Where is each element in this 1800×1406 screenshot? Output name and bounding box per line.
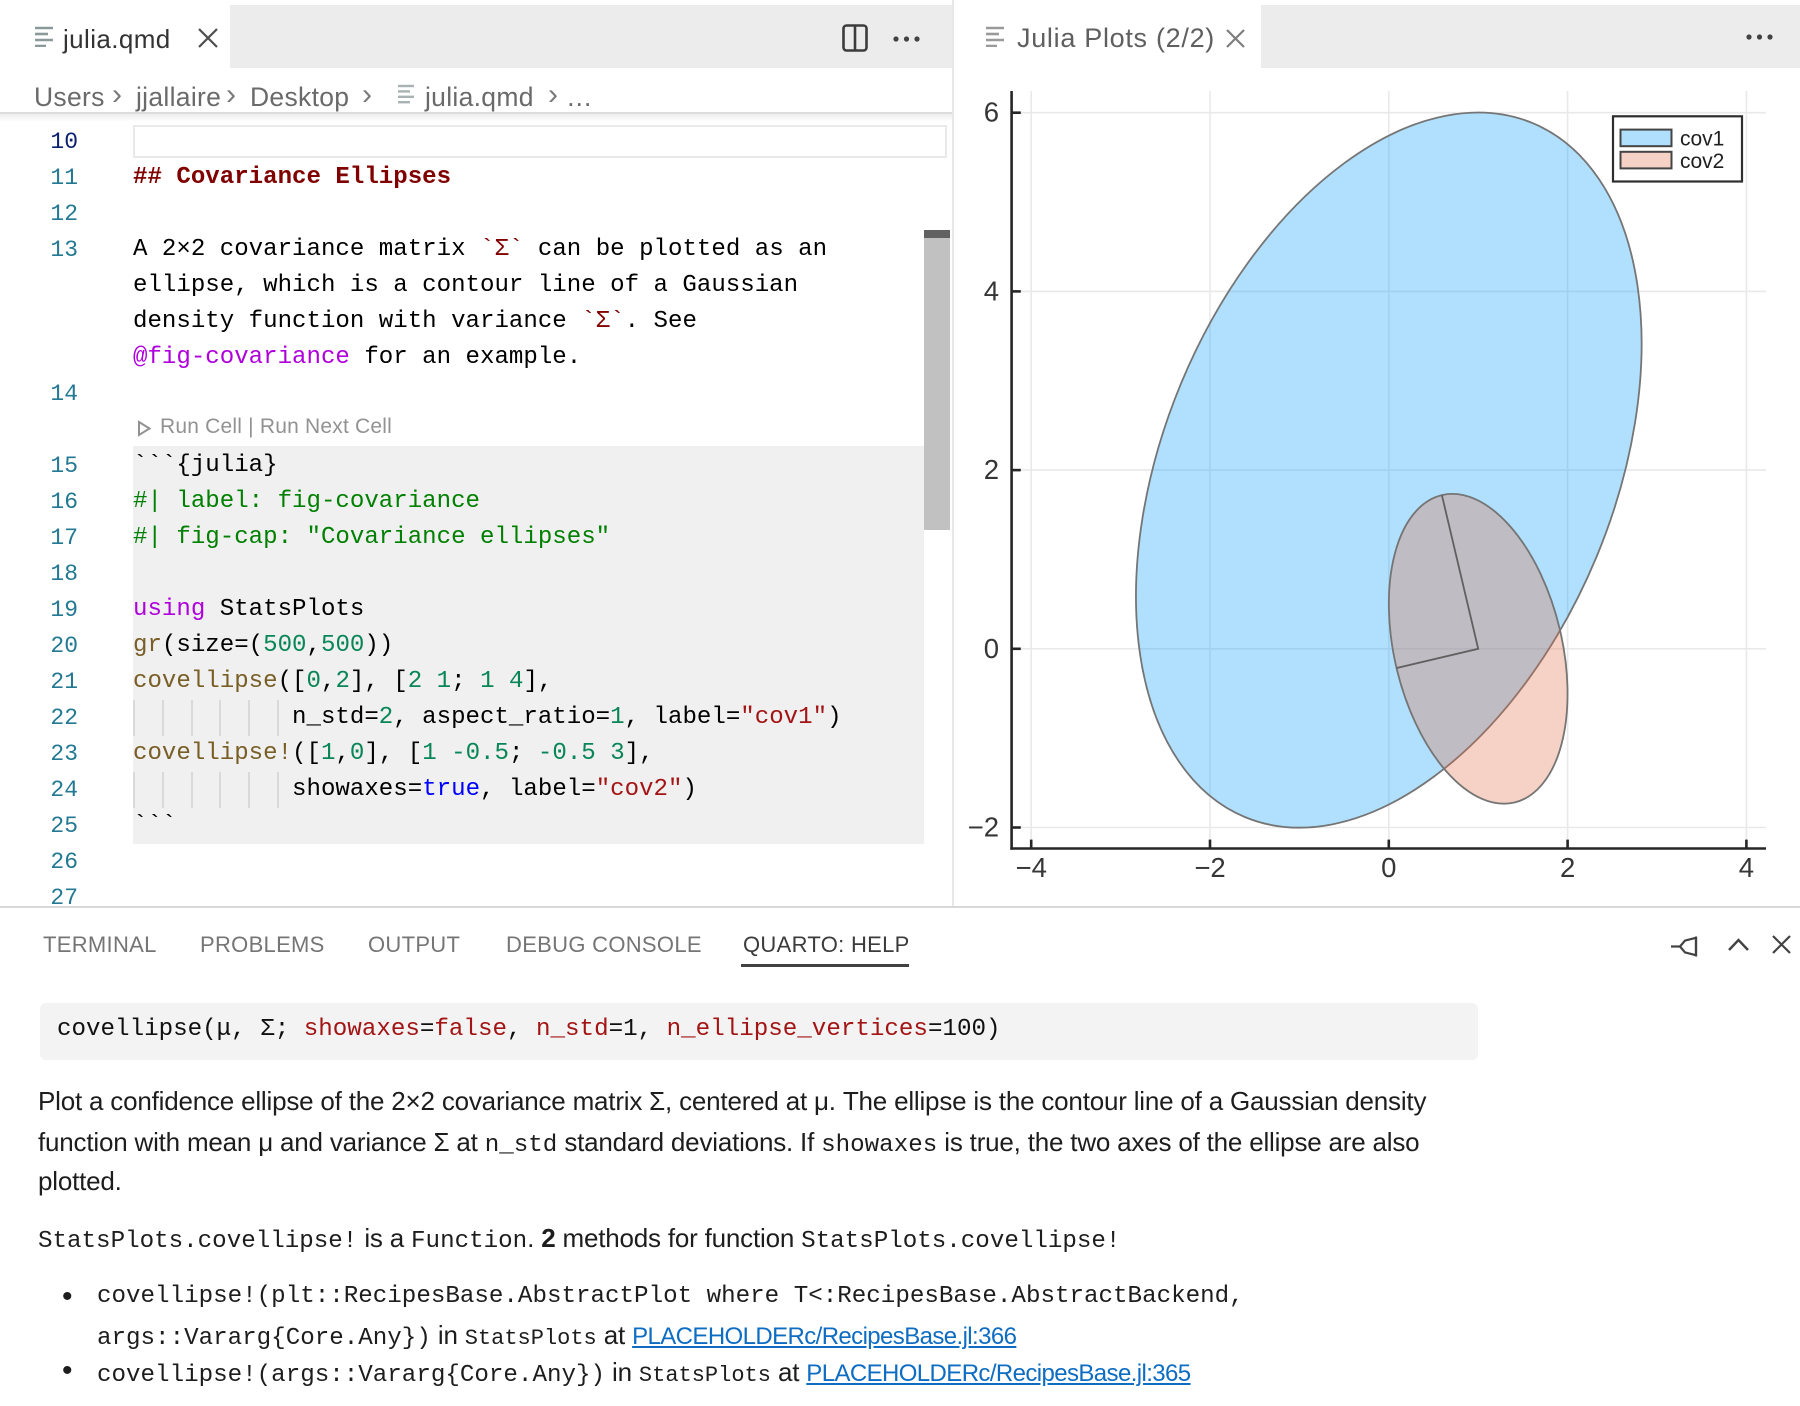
svg-text:6: 6 xyxy=(984,97,999,128)
svg-text:4: 4 xyxy=(984,275,999,306)
svg-text:−2: −2 xyxy=(1194,852,1225,883)
svg-text:4: 4 xyxy=(1739,852,1754,883)
svg-text:−2: −2 xyxy=(968,812,999,843)
svg-text:2: 2 xyxy=(1560,852,1575,883)
svg-text:cov1: cov1 xyxy=(1680,128,1724,151)
svg-text:0: 0 xyxy=(984,633,999,664)
svg-text:0: 0 xyxy=(1381,852,1396,883)
svg-text:−4: −4 xyxy=(1016,852,1047,883)
svg-text:cov2: cov2 xyxy=(1680,150,1724,173)
svg-text:2: 2 xyxy=(984,454,999,485)
